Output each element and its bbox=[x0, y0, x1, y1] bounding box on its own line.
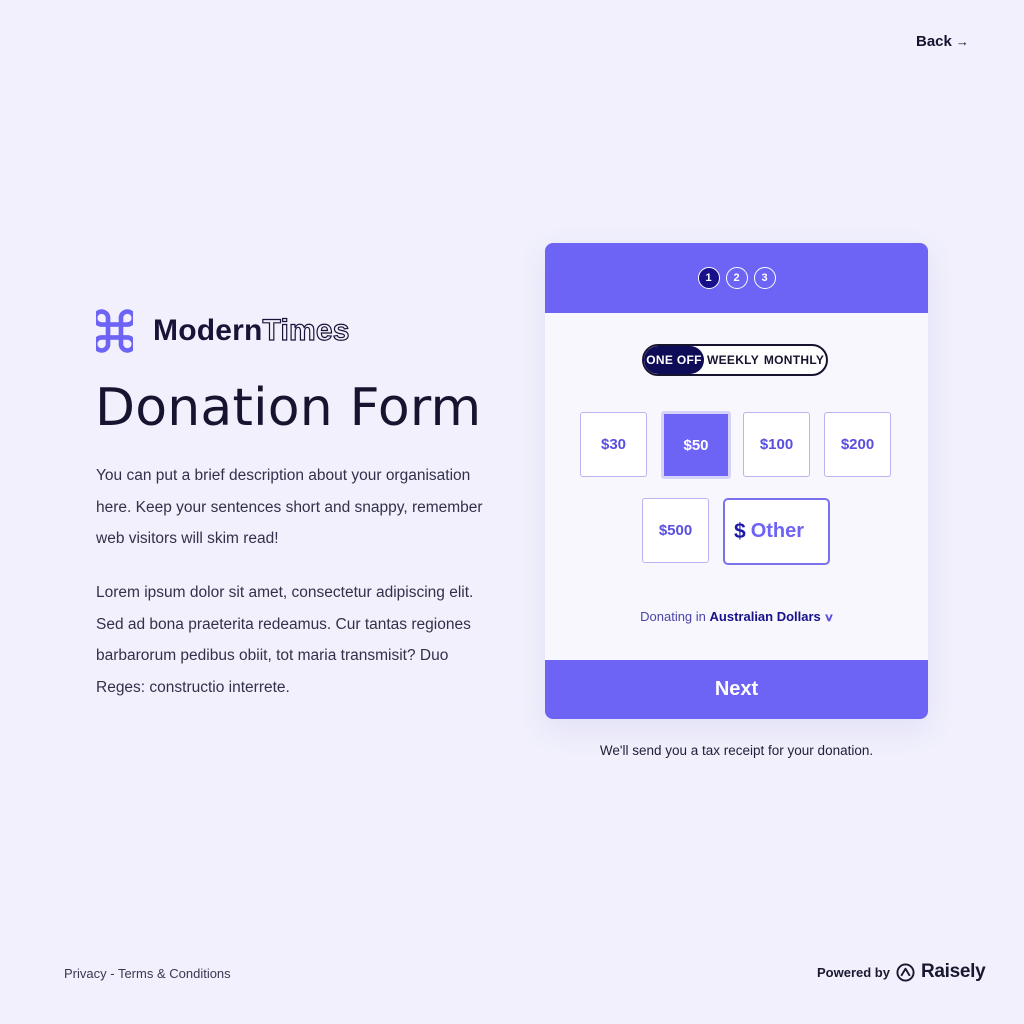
amount-100-button[interactable]: $100 bbox=[743, 412, 810, 477]
tax-receipt-note: We'll send you a tax receipt for your do… bbox=[599, 743, 874, 758]
powered-by[interactable]: Powered by Raisely bbox=[817, 961, 986, 983]
amount-50-button[interactable]: $50 bbox=[661, 411, 731, 479]
frequency-toggle: ONE OFF WEEKLY MONTHLY bbox=[642, 344, 828, 376]
footer-links: Privacy - Terms & Conditions bbox=[64, 966, 231, 981]
terms-link[interactable]: Terms & Conditions bbox=[118, 966, 231, 981]
amount-500-button[interactable]: $500 bbox=[642, 498, 709, 563]
privacy-link[interactable]: Privacy bbox=[64, 966, 107, 981]
other-amount-field[interactable]: $ bbox=[723, 498, 831, 565]
description-paragraph: Lorem ipsum dolor sit amet, consectetur … bbox=[96, 584, 474, 696]
arrow-right-icon: → bbox=[955, 34, 969, 49]
step-2: 2 bbox=[725, 267, 748, 289]
amount-30-button[interactable]: $30 bbox=[580, 412, 647, 477]
frequency-monthly[interactable]: MONTHLY bbox=[762, 346, 826, 374]
description-paragraph: You can put a brief description about yo… bbox=[96, 467, 483, 547]
currency-select[interactable]: Australian Dollars ∨ bbox=[709, 609, 835, 624]
back-link[interactable]: Back → bbox=[916, 33, 969, 50]
frequency-one-off[interactable]: ONE OFF bbox=[644, 346, 704, 374]
brand-name: ModernTimes bbox=[153, 313, 350, 348]
raisely-logo-icon bbox=[896, 962, 915, 982]
powered-by-label: Powered by bbox=[817, 964, 890, 980]
page-title: Donation Form bbox=[95, 378, 482, 438]
currency-symbol: $ bbox=[734, 519, 746, 543]
other-amount-input[interactable] bbox=[750, 520, 831, 543]
back-label: Back bbox=[916, 33, 952, 50]
currency-selector-line: Donating in Australian Dollars ∨ bbox=[545, 609, 928, 624]
currency-prefix: Donating in bbox=[640, 609, 706, 624]
footer-separator: - bbox=[106, 966, 118, 981]
step-indicator: 1 2 3 bbox=[545, 243, 928, 313]
brand-name-bold: Modern bbox=[153, 314, 263, 347]
chevron-down-icon: ∨ bbox=[823, 612, 835, 624]
donation-card: 1 2 3 ONE OFF WEEKLY MONTHLY $30 $50 $10… bbox=[545, 243, 928, 719]
currency-value: Australian Dollars bbox=[709, 609, 821, 624]
raisely-brand: Raisely bbox=[920, 961, 986, 982]
step-3: 3 bbox=[753, 267, 776, 289]
amount-200-button[interactable]: $200 bbox=[824, 412, 891, 477]
brand-name-outline: Times bbox=[262, 313, 350, 347]
next-button[interactable]: Next bbox=[545, 660, 928, 719]
command-key-icon bbox=[96, 309, 133, 353]
frequency-weekly[interactable]: WEEKLY bbox=[704, 346, 762, 374]
step-1: 1 bbox=[697, 267, 720, 289]
brand-logo: ModernTimes bbox=[96, 305, 350, 357]
